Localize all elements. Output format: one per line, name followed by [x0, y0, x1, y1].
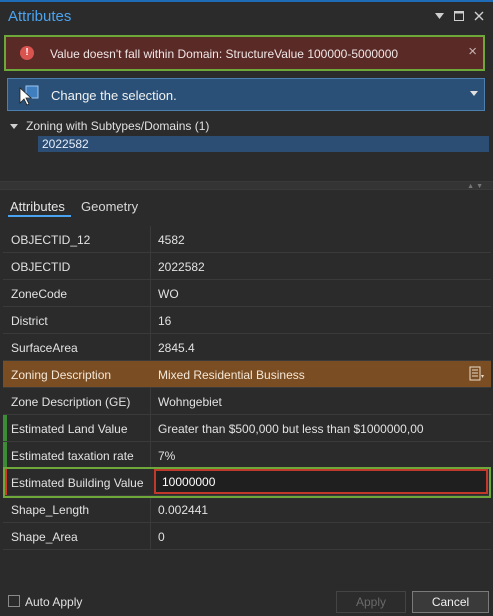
- field-value[interactable]: Mixed Residential Business: [158, 368, 305, 382]
- window-title: Attributes: [8, 8, 72, 25]
- column-divider: [150, 334, 151, 360]
- field-name: OBJECTID_12: [11, 233, 91, 247]
- tab-bar: Attributes Geometry: [0, 193, 493, 219]
- field-name: Shape_Area: [11, 530, 78, 544]
- column-divider: [150, 523, 151, 549]
- field-value[interactable]: 7%: [158, 449, 175, 463]
- column-divider: [150, 388, 151, 414]
- restore-icon[interactable]: [453, 10, 465, 22]
- field-value[interactable]: 2022582: [158, 260, 205, 274]
- field-name: Estimated taxation rate: [11, 449, 134, 463]
- column-divider: [150, 253, 151, 279]
- table-row[interactable]: Estimated taxation rate 7%: [3, 442, 491, 469]
- column-divider: [150, 496, 151, 522]
- dropdown-icon[interactable]: [433, 10, 445, 22]
- table-row[interactable]: Zone Description (GE) Wohngebiet: [3, 388, 491, 415]
- error-message: Value doesn't fall within Domain: Struct…: [50, 47, 399, 61]
- field-value[interactable]: 16: [158, 314, 171, 328]
- column-divider: [150, 226, 151, 252]
- tree-layer-label: Zoning with Subtypes/Domains (1): [26, 119, 210, 133]
- select-features-icon: [19, 85, 39, 106]
- tree-layer-node[interactable]: Zoning with Subtypes/Domains (1): [10, 119, 209, 133]
- selection-label: Change the selection.: [51, 88, 177, 103]
- field-value[interactable]: 4582: [158, 233, 185, 247]
- table-row[interactable]: OBJECTID_12 4582: [3, 226, 491, 253]
- cancel-button[interactable]: Cancel: [412, 591, 489, 613]
- field-value[interactable]: 0: [158, 530, 165, 544]
- table-row[interactable]: OBJECTID 2022582: [3, 253, 491, 280]
- tab-geometry[interactable]: Geometry: [81, 199, 138, 214]
- column-divider: [150, 442, 151, 468]
- highlight-outline: [3, 467, 491, 498]
- field-name: Zoning Description: [11, 368, 112, 382]
- error-close-icon[interactable]: ×: [468, 44, 477, 59]
- active-tab-underline: [8, 215, 71, 217]
- chevron-down-icon[interactable]: [470, 91, 478, 96]
- tree-expand-icon[interactable]: [10, 123, 18, 129]
- field-name: District: [11, 314, 48, 328]
- field-value[interactable]: Wohngebiet: [158, 395, 222, 409]
- apply-button[interactable]: Apply: [336, 591, 406, 613]
- error-banner: ! Value doesn't fall within Domain: Stru…: [4, 35, 485, 71]
- column-divider: [150, 280, 151, 306]
- table-row[interactable]: Shape_Length 0.002441: [3, 496, 491, 523]
- table-row[interactable]: Shape_Area 0: [3, 523, 491, 550]
- field-name: OBJECTID: [11, 260, 71, 274]
- field-value[interactable]: 0.002441: [158, 503, 208, 517]
- field-value[interactable]: Greater than $500,000 but less than $100…: [158, 422, 424, 436]
- tab-attributes[interactable]: Attributes: [10, 199, 65, 214]
- subtype-row[interactable]: Zoning Description Mixed Residential Bus…: [3, 361, 491, 388]
- tree-feature-item[interactable]: 2022582: [38, 136, 489, 152]
- window-controls: [433, 10, 485, 22]
- column-divider: [150, 307, 151, 333]
- field-value[interactable]: WO: [158, 287, 179, 301]
- list-options-icon[interactable]: [469, 366, 485, 382]
- auto-apply-label[interactable]: Auto Apply: [25, 595, 82, 609]
- table-row[interactable]: Estimated Land Value Greater than $500,0…: [3, 415, 491, 442]
- selection-dropdown[interactable]: Change the selection.: [7, 78, 485, 111]
- table-row[interactable]: SurfaceArea 2845.4: [3, 334, 491, 361]
- column-divider: [150, 415, 151, 441]
- auto-apply-checkbox[interactable]: [8, 595, 20, 607]
- pane-splitter[interactable]: ▲▼: [0, 181, 493, 190]
- field-name: SurfaceArea: [11, 341, 78, 355]
- field-name: Shape_Length: [11, 503, 90, 517]
- table-row[interactable]: ZoneCode WO: [3, 280, 491, 307]
- field-value[interactable]: 2845.4: [158, 341, 195, 355]
- table-row[interactable]: District 16: [3, 307, 491, 334]
- field-name: ZoneCode: [11, 287, 68, 301]
- field-name: Estimated Land Value: [11, 422, 128, 436]
- splitter-arrows-icon: ▲▼: [467, 183, 485, 190]
- footer-bar: Auto Apply Apply Cancel: [0, 587, 493, 616]
- field-name: Zone Description (GE): [11, 395, 131, 409]
- close-icon[interactable]: [473, 10, 485, 22]
- title-bar: Attributes: [0, 2, 493, 32]
- error-icon: !: [20, 46, 34, 60]
- attribute-table: OBJECTID_12 4582 OBJECTID 2022582 ZoneCo…: [3, 226, 491, 550]
